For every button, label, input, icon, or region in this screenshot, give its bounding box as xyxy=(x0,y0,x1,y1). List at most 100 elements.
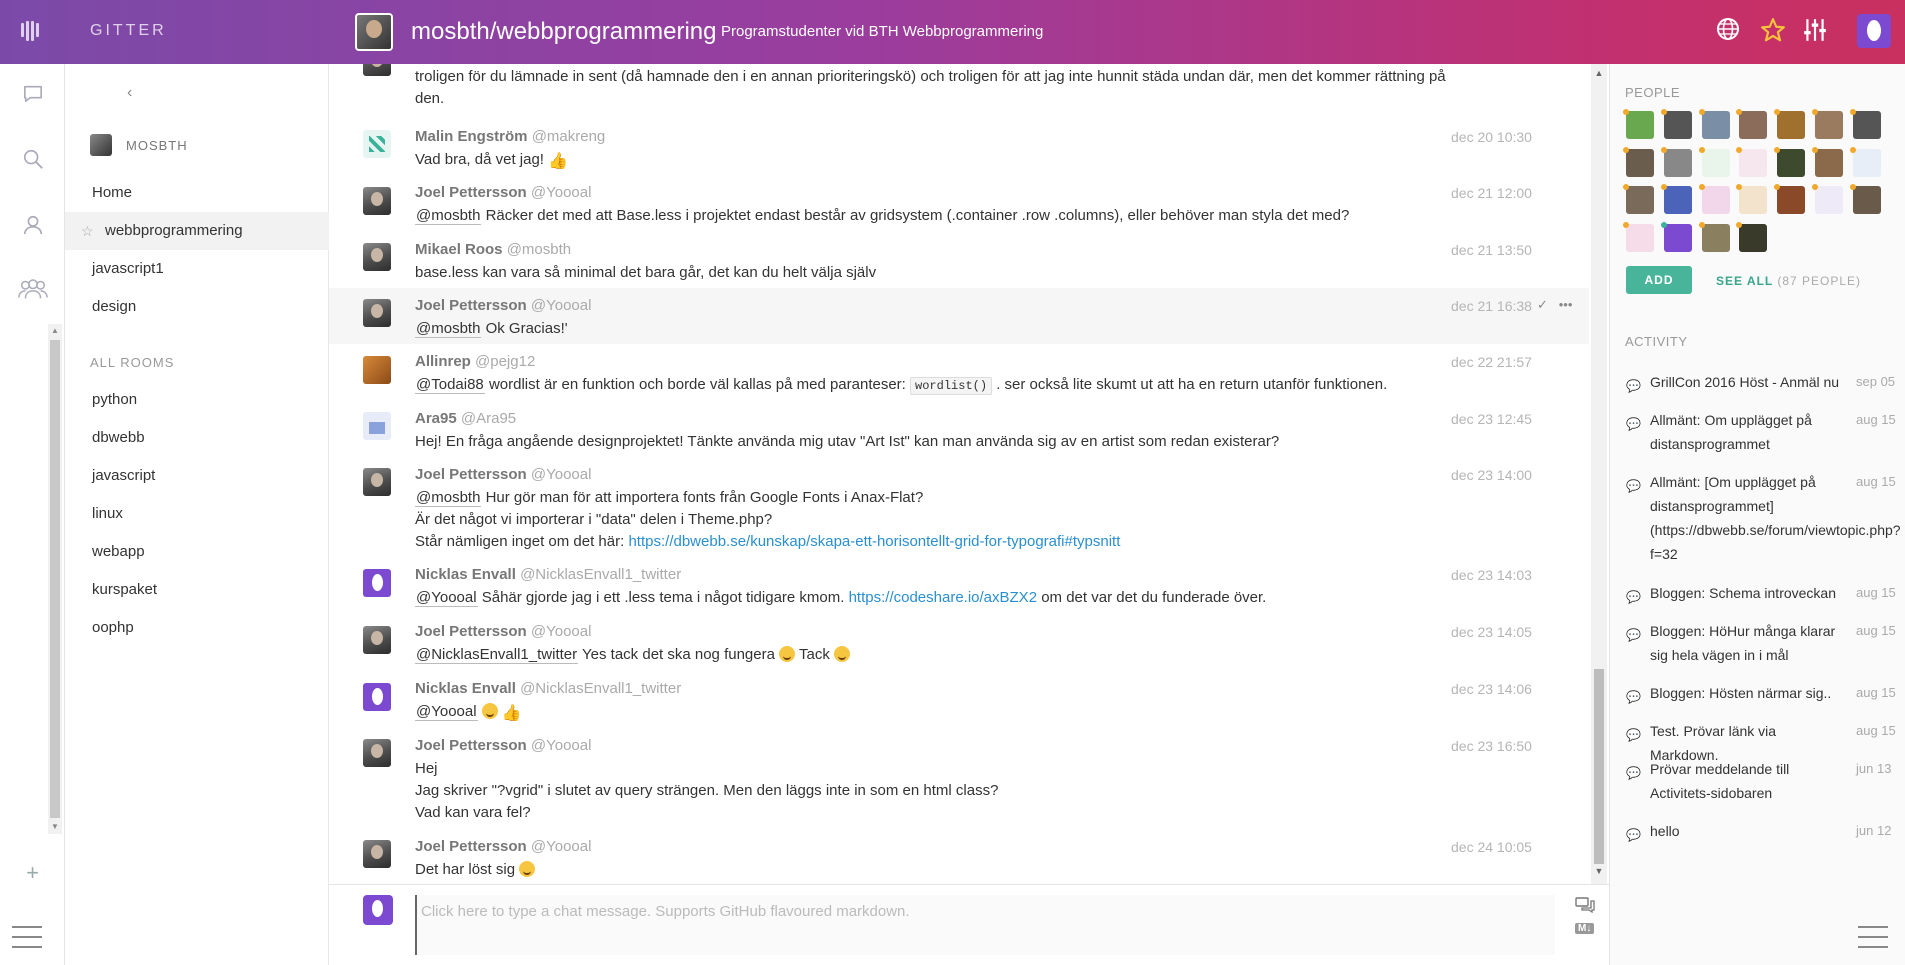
avatar[interactable] xyxy=(363,683,391,711)
timestamp[interactable]: dec 23 14:03 xyxy=(1451,567,1532,583)
people-avatar[interactable] xyxy=(1774,146,1806,177)
people-avatar[interactable] xyxy=(1736,109,1768,139)
globe-icon[interactable] xyxy=(1713,17,1743,47)
author-name[interactable]: Nicklas Envall xyxy=(415,680,516,697)
avatar[interactable] xyxy=(363,64,391,76)
timestamp[interactable]: dec 21 12:00 xyxy=(1451,185,1532,201)
author-handle[interactable]: @Yoooal xyxy=(531,838,592,855)
people-avatar[interactable] xyxy=(1736,184,1768,214)
plus-icon[interactable]: + xyxy=(0,860,65,886)
people-avatar[interactable] xyxy=(1849,146,1881,177)
author-name[interactable]: Joel Pettersson xyxy=(415,297,527,314)
room-item-python[interactable]: python xyxy=(65,381,329,419)
people-avatar[interactable] xyxy=(1698,221,1730,252)
author-handle[interactable]: @Yoooal xyxy=(531,737,592,754)
timestamp[interactable]: dec 23 14:06 xyxy=(1451,681,1532,697)
scroll-up-icon[interactable]: ▲ xyxy=(48,324,62,338)
author-handle[interactable]: @Ara95 xyxy=(461,410,516,427)
chat-bubble-icon[interactable] xyxy=(0,84,65,110)
room-item-webbprogrammering[interactable]: ☆ webbprogrammering xyxy=(65,212,329,250)
avatar[interactable] xyxy=(363,569,391,597)
author-handle[interactable]: @Yoooal xyxy=(531,297,592,314)
room-item-home[interactable]: Home xyxy=(65,174,329,212)
user-avatar[interactable] xyxy=(1857,14,1891,48)
gitter-logo-icon[interactable] xyxy=(18,21,40,43)
brand-name[interactable]: GITTER xyxy=(90,22,167,40)
people-avatar[interactable] xyxy=(1623,109,1654,139)
author-name[interactable]: Malin Engström xyxy=(415,128,528,145)
author-handle[interactable]: @NicklasEnvall1_twitter xyxy=(520,566,681,583)
user-mention[interactable]: @mosbth xyxy=(415,207,482,225)
author-name[interactable]: Allinrep xyxy=(415,353,471,370)
people-avatar[interactable] xyxy=(1623,146,1654,177)
chat-scrollbar[interactable]: ▲ ▼ xyxy=(1591,64,1607,884)
search-icon[interactable] xyxy=(0,148,65,176)
avatar[interactable] xyxy=(363,840,391,868)
timestamp[interactable]: dec 21 13:50 xyxy=(1451,242,1532,258)
room-item-oophp[interactable]: oophp xyxy=(65,609,329,647)
avatar[interactable] xyxy=(363,412,391,440)
timestamp[interactable]: dec 23 16:50 xyxy=(1451,738,1532,754)
hamburger-menu-icon[interactable] xyxy=(1858,926,1888,948)
author-name[interactable]: Nicklas Envall xyxy=(415,566,516,583)
room-item-javascript[interactable]: javascript xyxy=(65,457,329,495)
people-avatar[interactable] xyxy=(1774,184,1806,214)
timestamp[interactable]: dec 20 10:30 xyxy=(1451,129,1532,145)
people-avatar[interactable] xyxy=(1812,109,1843,139)
more-options-icon[interactable]: ••• xyxy=(1559,297,1573,312)
author-name[interactable]: Joel Pettersson xyxy=(415,623,527,640)
people-avatar[interactable] xyxy=(1812,184,1843,214)
author-name[interactable]: Joel Pettersson xyxy=(415,184,527,201)
avatar[interactable] xyxy=(363,739,391,767)
chat-input[interactable]: Click here to type a chat message. Suppo… xyxy=(415,895,1555,955)
people-avatar[interactable] xyxy=(1660,221,1692,252)
user-avatar[interactable] xyxy=(363,895,393,925)
people-avatar[interactable] xyxy=(1774,109,1806,139)
room-item-webapp[interactable]: webapp xyxy=(65,533,329,571)
hamburger-menu-icon[interactable] xyxy=(12,926,42,948)
room-item-design[interactable]: design xyxy=(65,288,329,326)
timestamp[interactable]: dec 22 21:57 xyxy=(1451,354,1532,370)
author-name[interactable]: Joel Pettersson xyxy=(415,838,527,855)
scroll-thumb[interactable] xyxy=(1594,669,1604,864)
compose-mode-icon[interactable] xyxy=(1575,897,1595,917)
timestamp[interactable]: dec 23 14:00 xyxy=(1451,467,1532,483)
markdown-icon[interactable]: M↓ xyxy=(1575,923,1595,934)
author-name[interactable]: Joel Pettersson xyxy=(415,466,527,483)
people-avatar[interactable] xyxy=(1660,109,1692,139)
room-title[interactable]: mosbth/webbprogrammering xyxy=(411,18,716,46)
settings-sliders-icon[interactable] xyxy=(1800,17,1830,47)
people-avatar[interactable] xyxy=(1812,146,1843,177)
timestamp[interactable]: dec 21 16:38 xyxy=(1451,298,1532,314)
people-group-icon[interactable] xyxy=(0,278,65,306)
people-avatar[interactable] xyxy=(1736,221,1768,252)
avatar[interactable] xyxy=(363,468,391,496)
avatar[interactable] xyxy=(363,187,391,215)
user-mention[interactable]: @Yoooal xyxy=(415,703,478,721)
room-item-dbwebb[interactable]: dbwebb xyxy=(65,419,329,457)
people-avatar[interactable] xyxy=(1698,109,1730,139)
collapse-chevron-icon[interactable]: ‹ xyxy=(127,84,132,102)
avatar[interactable] xyxy=(363,626,391,654)
star-icon[interactable] xyxy=(1758,17,1788,47)
room-item-javascript1[interactable]: javascript1 xyxy=(65,250,329,288)
timestamp[interactable]: dec 23 12:45 xyxy=(1451,411,1532,427)
people-avatar[interactable] xyxy=(1736,146,1768,177)
user-mention[interactable]: @mosbth xyxy=(415,489,482,507)
rail-scrollbar[interactable]: ▲ ▼ xyxy=(48,324,62,834)
scroll-down-icon[interactable]: ▼ xyxy=(48,820,62,834)
star-outline-icon[interactable]: ☆ xyxy=(81,212,94,250)
people-avatar[interactable] xyxy=(1623,184,1654,214)
see-all-people-link[interactable]: SEE ALL (87 PEOPLE) xyxy=(1716,274,1861,288)
room-avatar[interactable] xyxy=(355,13,393,51)
scroll-up-icon[interactable]: ▲ xyxy=(1591,68,1607,78)
author-name[interactable]: Joel Pettersson xyxy=(415,737,527,754)
people-avatar[interactable] xyxy=(1849,184,1881,214)
timestamp[interactable]: dec 24 10:05 xyxy=(1451,839,1532,855)
author-handle[interactable]: @makreng xyxy=(532,128,606,145)
avatar[interactable] xyxy=(363,130,391,158)
author-handle[interactable]: @NicklasEnvall1_twitter xyxy=(520,680,681,697)
people-avatar[interactable] xyxy=(1698,146,1730,177)
people-avatar[interactable] xyxy=(1849,109,1881,139)
user-mention[interactable]: @NicklasEnvall1_twitter xyxy=(415,646,579,664)
